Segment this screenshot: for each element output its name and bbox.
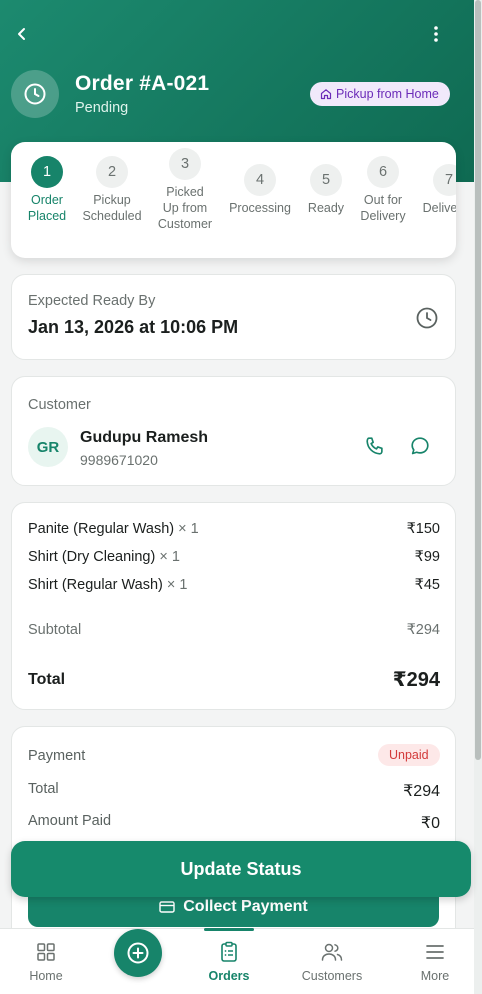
step-label: Out for Delivery bbox=[360, 192, 405, 224]
nav-home-label: Home bbox=[29, 969, 63, 983]
step-label: Order Placed bbox=[28, 192, 66, 224]
item-name: Shirt (Dry Cleaning) bbox=[28, 549, 156, 565]
plus-circle-icon bbox=[127, 942, 149, 964]
total-label: Total bbox=[28, 670, 66, 688]
step-number: 6 bbox=[367, 156, 399, 188]
step-label-line: Order bbox=[31, 193, 63, 207]
call-button[interactable] bbox=[364, 435, 390, 461]
item-name: Shirt (Regular Wash) bbox=[28, 577, 163, 593]
subtotal-label: Subtotal bbox=[28, 622, 82, 638]
users-icon bbox=[321, 943, 343, 961]
credit-card-icon bbox=[159, 900, 175, 913]
home-icon bbox=[320, 89, 332, 100]
step-label-line: Up from bbox=[162, 201, 208, 215]
menu-icon bbox=[426, 945, 444, 959]
step-label-line: Out for bbox=[363, 193, 403, 207]
item-price: ₹150 bbox=[406, 521, 440, 537]
nav-more[interactable]: More bbox=[390, 929, 480, 994]
amount-paid-value: ₹0 bbox=[420, 815, 440, 832]
total-value: ₹294 bbox=[392, 669, 440, 691]
phone-icon bbox=[366, 437, 383, 455]
step-number: 1 bbox=[31, 156, 63, 188]
payment-total-value: ₹294 bbox=[403, 783, 440, 800]
subtotal-row: Subtotal ₹294 bbox=[28, 622, 440, 638]
status-stepper: 1 Order Placed 2 Pickup Scheduled 3 Picked Up fr… bbox=[11, 142, 456, 258]
amount-paid-row: Amount Paid ₹0 bbox=[28, 813, 440, 833]
clipboard-icon bbox=[221, 941, 237, 962]
more-options-button[interactable] bbox=[422, 20, 450, 48]
item-name: Panite (Regular Wash) bbox=[28, 521, 175, 537]
update-status-button[interactable]: Update Status bbox=[11, 841, 471, 897]
step-number: 2 bbox=[96, 156, 128, 188]
list-item: Panite (Regular Wash) × 1 ₹150 bbox=[28, 521, 440, 537]
step-label-line: Delivery bbox=[360, 209, 406, 223]
item-price: ₹45 bbox=[414, 577, 440, 593]
customer-card: Customer GR Gudupu Ramesh 9989671020 bbox=[11, 376, 456, 486]
pickup-badge: Pickup from Home bbox=[310, 82, 450, 106]
nav-more-label: More bbox=[420, 969, 450, 983]
order-items-card: Panite (Regular Wash) × 1 ₹150 Shirt (Dr… bbox=[11, 502, 456, 710]
customer-phone: 9989671020 bbox=[80, 452, 158, 468]
grid-icon bbox=[37, 943, 55, 961]
customer-label: Customer bbox=[28, 397, 91, 413]
message-button[interactable] bbox=[409, 435, 435, 461]
avatar: GR bbox=[28, 427, 68, 467]
chat-icon bbox=[411, 437, 429, 455]
customer-name: Gudupu Ramesh bbox=[80, 429, 209, 446]
total-row: Total ₹294 bbox=[28, 667, 440, 692]
step-label-line: Pickup bbox=[93, 193, 131, 207]
item-price: ₹99 bbox=[414, 549, 440, 565]
payment-total-label: Total bbox=[28, 781, 59, 797]
amount-paid-label: Amount Paid bbox=[28, 813, 112, 829]
nav-orders-label: Orders bbox=[208, 969, 250, 983]
nav-active-indicator bbox=[204, 928, 254, 931]
item-qty: × 1 bbox=[178, 521, 199, 537]
bottom-navigation: Home Orders Customers More bbox=[0, 928, 474, 994]
expected-ready-label: Expected Ready By bbox=[28, 293, 156, 309]
step-number: 4 bbox=[244, 164, 276, 196]
back-button[interactable] bbox=[8, 20, 36, 48]
step-label-line: Delivered bbox=[422, 201, 456, 215]
nav-orders[interactable]: Orders bbox=[184, 929, 274, 994]
payment-total-row: Total ₹294 bbox=[28, 781, 440, 801]
list-item: Shirt (Regular Wash) × 1 ₹45 bbox=[28, 577, 440, 593]
nav-customers-label: Customers bbox=[301, 969, 363, 983]
order-title: Order #A-021 bbox=[75, 72, 210, 95]
subtotal-value: ₹294 bbox=[406, 622, 440, 638]
step-label: Picked Up from Customer bbox=[158, 184, 212, 232]
step-number: 3 bbox=[169, 148, 201, 180]
expected-ready-card: Expected Ready By Jan 13, 2026 at 10:06 … bbox=[11, 274, 456, 360]
step-7: 7 Delivered bbox=[404, 164, 456, 216]
clock-icon bbox=[24, 83, 46, 105]
pickup-badge-label: Pickup from Home bbox=[336, 87, 439, 101]
chevron-left-icon bbox=[18, 28, 25, 40]
step-label-line: Customer bbox=[157, 217, 213, 231]
step-label: Pickup Scheduled bbox=[82, 192, 141, 224]
order-status: Pending bbox=[75, 100, 129, 116]
list-item: Shirt (Dry Cleaning) × 1 ₹99 bbox=[28, 549, 440, 565]
order-status-icon bbox=[11, 70, 59, 118]
item-qty: × 1 bbox=[166, 577, 188, 593]
collect-payment-label: Collect Payment bbox=[183, 897, 308, 915]
item-qty: × 1 bbox=[159, 549, 180, 565]
step-label-line: Scheduled bbox=[82, 209, 142, 223]
new-order-button[interactable] bbox=[114, 929, 162, 977]
step-number: 7 bbox=[433, 164, 456, 196]
payment-label: Payment bbox=[28, 748, 86, 764]
scrollbar-thumb[interactable] bbox=[475, 0, 481, 760]
more-vertical-icon bbox=[434, 26, 438, 42]
expected-ready-date: Jan 13, 2026 at 10:06 PM bbox=[28, 317, 239, 337]
clock-icon bbox=[416, 307, 438, 329]
nav-customers[interactable]: Customers bbox=[287, 929, 377, 994]
status-badge: Unpaid bbox=[378, 744, 440, 766]
step-label-line: Picked bbox=[166, 185, 204, 199]
step-label: Delivered bbox=[423, 200, 456, 216]
step-label-line: Placed bbox=[27, 209, 67, 223]
nav-home[interactable]: Home bbox=[1, 929, 91, 994]
